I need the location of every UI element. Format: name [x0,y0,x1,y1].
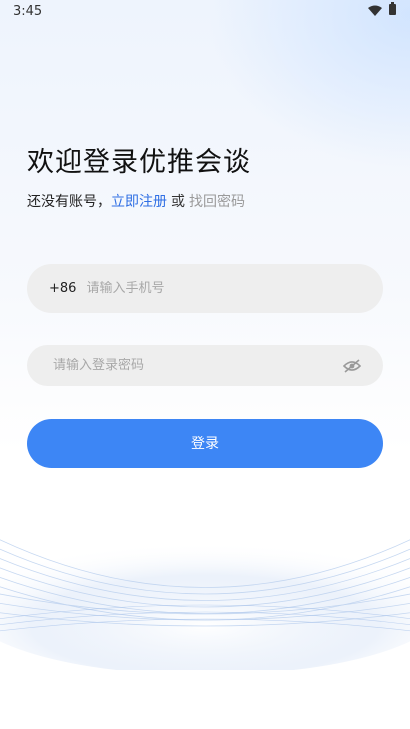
account-prompt: 还没有账号，立即注册或找回密码 [27,191,245,211]
phone-field[interactable]: +86 [27,264,383,313]
or-text: 或 [171,194,185,210]
wifi-icon [368,5,382,16]
password-field[interactable] [27,345,383,386]
recover-password-link[interactable]: 找回密码 [189,194,245,210]
status-time: 3:45 [13,4,43,19]
register-link[interactable]: 立即注册 [111,194,167,210]
battery-icon [389,2,396,15]
password-input[interactable] [53,358,343,373]
phone-input[interactable] [86,281,383,296]
eye-off-icon[interactable] [343,357,361,375]
country-code[interactable]: +86 [49,281,76,296]
status-bar: 3:45 [0,0,410,24]
no-account-text: 还没有账号， [27,194,111,210]
login-button[interactable]: 登录 [27,419,383,468]
page-title: 欢迎登录优推会谈 [27,147,251,178]
